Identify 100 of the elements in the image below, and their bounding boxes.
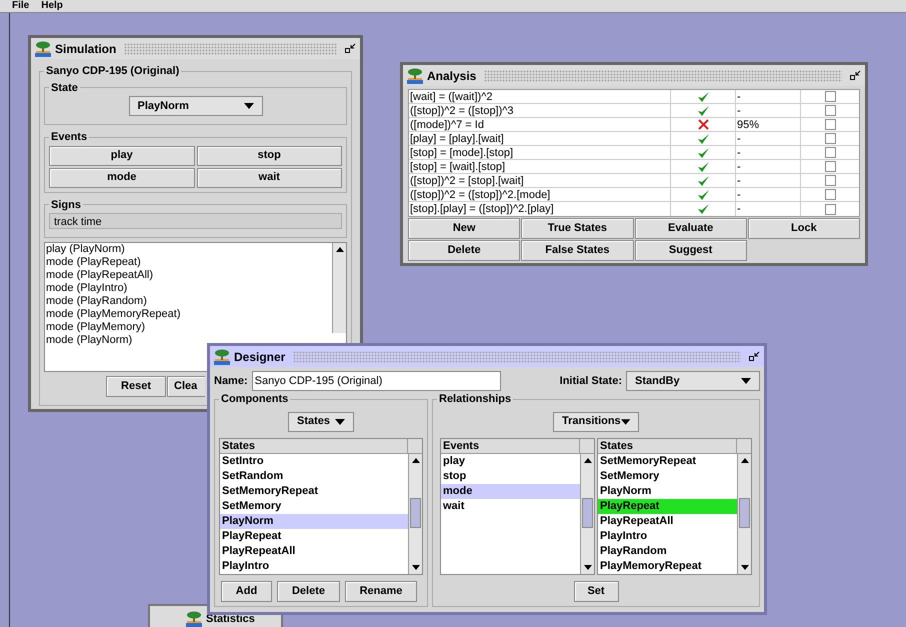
window-title: Simulation — [55, 40, 116, 58]
checkbox[interactable] — [824, 175, 836, 186]
button[interactable]: Rename — [345, 580, 417, 602]
log-entry: mode (PlayNorm) — [45, 334, 134, 347]
table-cell: [stop] = [wait].[stop] — [409, 160, 671, 173]
table-cell: - — [736, 160, 801, 173]
checkbox[interactable] — [824, 133, 836, 144]
button[interactable]: Reset — [106, 376, 166, 397]
tree-icon — [214, 348, 230, 364]
restore-icon[interactable] — [850, 70, 861, 81]
group-label: Events — [50, 130, 88, 145]
scroll-thumb[interactable] — [582, 498, 593, 528]
table-cell: 95% — [736, 118, 801, 131]
list-item[interactable]: mode — [441, 484, 580, 498]
button[interactable]: Delete — [408, 240, 520, 261]
list-item[interactable]: SetRandom — [220, 468, 408, 484]
dropdown[interactable]: Transitions — [553, 412, 639, 432]
button[interactable]: Evaluate — [634, 218, 747, 239]
checkbox[interactable] — [824, 147, 836, 158]
group-label: Relationships — [438, 392, 512, 407]
field-label: Name: — [214, 374, 248, 389]
table-cell: [play] = [play].[wait] — [409, 132, 671, 145]
table-cell: - — [736, 132, 801, 145]
scroll-thumb[interactable] — [739, 498, 750, 528]
menu-item[interactable]: Help — [41, 0, 63, 12]
list-item[interactable]: SetMemoryRepeat — [220, 484, 408, 498]
menu-item[interactable]: File — [12, 0, 30, 12]
list-item[interactable]: PlayNorm — [598, 484, 737, 498]
list-item[interactable]: SetMemoryRepeat — [598, 454, 737, 468]
list-item[interactable]: wait — [441, 498, 580, 514]
table-cell: [stop] = [mode].[stop] — [409, 146, 671, 159]
list-item[interactable]: SetIntro — [220, 454, 408, 468]
scrollbar[interactable] — [737, 454, 751, 574]
checkbox[interactable] — [824, 161, 836, 172]
button[interactable]: mode — [49, 168, 194, 188]
list-item[interactable]: play — [441, 454, 580, 468]
header-corner — [737, 438, 751, 454]
list-item[interactable]: PlayNorm — [220, 514, 408, 528]
button[interactable]: Clea — [167, 376, 205, 397]
list-item[interactable]: stop — [441, 468, 580, 484]
button[interactable]: True States — [521, 218, 634, 239]
header-corner — [580, 438, 594, 454]
scroll-thumb[interactable] — [410, 498, 421, 528]
scrollbar[interactable] — [332, 243, 346, 333]
list-item[interactable]: PlayRepeatAll — [598, 514, 737, 528]
window-title: Analysis — [427, 68, 476, 84]
caret-icon — [620, 418, 630, 424]
button[interactable]: New — [408, 218, 520, 239]
list-item[interactable]: PlayRepeat — [220, 528, 408, 544]
scrollbar[interactable] — [408, 454, 422, 574]
column-header: States — [598, 438, 737, 454]
list-item[interactable]: PlayRepeatAll — [220, 544, 408, 558]
checkbox[interactable] — [824, 91, 836, 102]
button[interactable]: Add — [221, 580, 272, 602]
table-cell: [stop].[play] = ([stop])^2.[play] — [409, 202, 671, 216]
button[interactable]: Delete — [277, 580, 340, 602]
list-item[interactable]: PlayRepeat — [598, 498, 737, 514]
button[interactable]: Set — [574, 580, 618, 602]
column-header: Events — [441, 438, 580, 454]
tree-icon — [407, 68, 423, 84]
button[interactable]: stop — [196, 146, 342, 166]
table-cell: ([mode])^7 = Id — [409, 118, 671, 131]
table-cell: - — [736, 146, 801, 159]
list-item[interactable]: SetMemory — [598, 468, 737, 484]
column-header: States — [220, 438, 408, 454]
caret-icon — [741, 378, 751, 384]
log-entry: mode (PlayRandom) — [45, 295, 148, 308]
tree-icon — [186, 611, 202, 627]
checkbox[interactable] — [824, 105, 836, 116]
name-field[interactable]: Sanyo CDP-195 (Original) — [252, 371, 501, 391]
table-cell: - — [736, 104, 801, 117]
button[interactable]: Lock — [748, 218, 860, 239]
restore-icon[interactable] — [749, 351, 760, 362]
restore-icon[interactable] — [345, 43, 356, 54]
checkbox[interactable] — [824, 189, 836, 200]
checkbox[interactable] — [824, 204, 836, 214]
button[interactable]: play — [49, 146, 194, 166]
group-label: Sanyo CDP-195 (Original) — [45, 64, 180, 79]
list-item[interactable]: PlayIntro — [598, 528, 737, 544]
dropdown[interactable]: StandBy — [626, 371, 760, 391]
button[interactable]: Suggest — [634, 240, 747, 261]
list-item[interactable]: PlayIntro — [220, 558, 408, 574]
list-item[interactable]: PlayRandom — [598, 544, 737, 558]
log-entry: play (PlayNorm) — [45, 243, 126, 256]
dropdown[interactable]: PlayNorm — [128, 96, 262, 116]
log-entry: mode (PlayRepeatAll) — [45, 269, 154, 282]
list-item[interactable]: PlayMemoryRepeat — [598, 558, 737, 574]
table-cell: ([stop])^2 = ([stop])^3 — [409, 104, 671, 117]
button[interactable]: False States — [521, 240, 634, 261]
log-entry: mode (PlayIntro) — [45, 282, 128, 295]
log-entry: mode (PlayMemoryRepeat) — [45, 308, 182, 321]
header-corner — [408, 438, 422, 454]
dropdown[interactable]: States — [288, 412, 354, 432]
tree-icon — [35, 40, 51, 56]
list-item[interactable]: SetMemory — [220, 498, 408, 514]
scrollbar[interactable] — [580, 454, 594, 574]
group-label: State — [50, 80, 79, 96]
checkbox[interactable] — [824, 119, 836, 130]
table-cell: ([stop])^2 = ([stop])^2.[mode] — [409, 188, 671, 201]
button[interactable]: wait — [196, 168, 342, 188]
